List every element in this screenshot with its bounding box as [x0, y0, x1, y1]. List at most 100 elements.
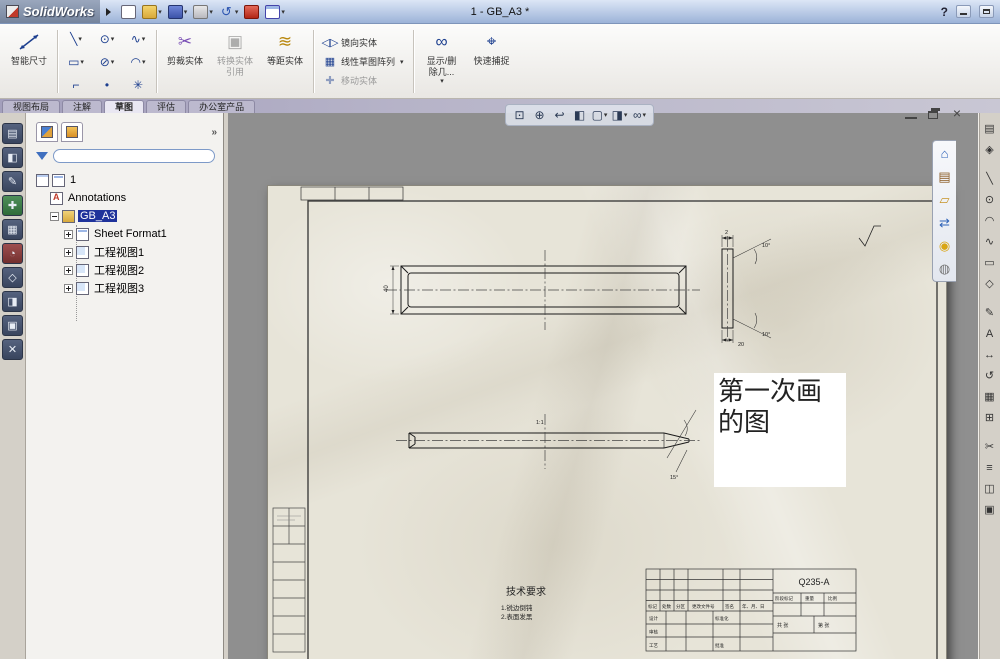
diamond-icon[interactable]: ◇ — [2, 267, 23, 288]
add-view-icon[interactable]: ⊞ — [980, 408, 999, 427]
tree-item-drawing-view3[interactable]: 工程视图3 — [32, 279, 223, 297]
offset-entities-button[interactable]: ≋ 等距实体 — [260, 27, 310, 96]
minimize-button[interactable] — [956, 5, 971, 18]
appearances-sphere-icon[interactable]: ◍ — [936, 260, 953, 277]
layers-icon[interactable]: ▤ — [980, 119, 999, 138]
app-logo[interactable]: SolidWorks — [0, 0, 101, 23]
circle-tool-button[interactable]: ⊙ — [92, 28, 122, 50]
hide-show-items-icon[interactable]: ∞ — [630, 106, 649, 124]
feature-manager-tab[interactable] — [36, 122, 58, 142]
split-view-icon[interactable]: ◫ — [980, 479, 999, 498]
line-tool-button[interactable]: ╲ — [61, 28, 91, 50]
half-square-icon[interactable]: ◨ — [2, 291, 23, 312]
line-icon[interactable]: ╲ — [980, 169, 999, 188]
close-x-icon[interactable]: ✕ — [2, 339, 23, 360]
tree-item-gb-a3[interactable]: GB_A3 — [32, 207, 223, 225]
fillet-tool-button[interactable]: ⌐ — [61, 74, 91, 96]
undo-button[interactable]: ↺ — [217, 2, 241, 22]
sheet-properties-button[interactable] — [263, 2, 287, 22]
home-icon[interactable]: ⌂ — [936, 145, 953, 162]
tree-item-sheet-format1[interactable]: Sheet Format1 — [32, 225, 223, 243]
tree-item-drawing-view1[interactable]: 工程视图1 — [32, 243, 223, 261]
tab-view-layout[interactable]: 视图布局 — [2, 100, 61, 113]
tab-evaluate[interactable]: 评估 — [146, 100, 187, 113]
arc-tool-button[interactable]: ◠ — [123, 51, 153, 73]
plus-icon[interactable]: ✚ — [2, 195, 23, 216]
design-library-icon[interactable]: ▤ — [936, 168, 953, 185]
tree-item-annotations[interactable]: Annotations — [32, 189, 223, 207]
zoom-area-icon[interactable]: ⊕ — [530, 106, 549, 124]
filled-square-icon[interactable]: ▣ — [2, 315, 23, 336]
move-entities-button[interactable]: ✚ 移动实体 — [320, 72, 407, 89]
maximize-button[interactable] — [979, 5, 994, 18]
circle-icon[interactable]: ⊙ — [980, 190, 999, 209]
doc-minimize-button[interactable] — [903, 107, 919, 121]
clock-quarter-icon[interactable]: ◔ — [2, 243, 23, 264]
point-tool-button[interactable]: • — [92, 74, 122, 96]
display-style-icon[interactable]: ◨ — [610, 106, 629, 124]
grid-icon[interactable]: ▦ — [980, 387, 999, 406]
trim-icon[interactable]: ✂ — [980, 437, 999, 456]
graphics-area[interactable]: 40 2 10° 10° 20 15° 1:1 第一次画 的图 技术要求 1.锐… — [228, 113, 978, 659]
list-icon[interactable]: ≡ — [980, 458, 999, 477]
rotate-icon[interactable]: ↺ — [980, 366, 999, 385]
collapse-expander-icon[interactable] — [50, 211, 59, 221]
expand-plus-icon[interactable] — [64, 283, 73, 293]
section-view-icon[interactable]: ◧ — [570, 106, 589, 124]
polygon-icon[interactable]: ◇ — [980, 274, 999, 293]
drawing-sheet[interactable]: 40 2 10° 10° 20 15° 1:1 第一次画 的图 技术要求 1.锐… — [267, 185, 947, 659]
expand-plus-icon[interactable] — [64, 265, 73, 275]
rectangle-icon[interactable]: ▭ — [980, 253, 999, 272]
pencil-icon[interactable]: ✎ — [2, 171, 23, 192]
quick-snap-button[interactable]: ⌖ 快速捕捉 — [467, 27, 517, 96]
centerline-tool-button[interactable]: ✳ — [123, 74, 153, 96]
open-button[interactable] — [140, 2, 164, 22]
menu-expand-arrow-icon[interactable] — [106, 7, 112, 16]
expand-plus-icon[interactable] — [64, 247, 73, 257]
pencil-icon[interactable]: ✎ — [980, 303, 999, 322]
smart-dimension-button[interactable]: 智能尺寸 — [4, 27, 54, 96]
spline-icon[interactable]: ∿ — [980, 232, 999, 251]
tab-sketch[interactable]: 草图 — [104, 100, 145, 113]
linear-sketch-pattern-button[interactable]: ▦ 线性草图阵列 — [320, 53, 407, 70]
doc-close-button[interactable] — [949, 105, 965, 121]
trim-entities-button[interactable]: ✂ 剪裁实体 — [160, 27, 210, 96]
panel-expand-chevron-icon[interactable]: » — [211, 127, 217, 138]
save-button[interactable] — [166, 2, 190, 22]
tab-office-products[interactable]: 办公室产品 — [188, 100, 256, 113]
help-button[interactable]: ? — [941, 5, 948, 19]
display-delete-relations-button[interactable]: ∞ 显示/删除几... — [417, 27, 467, 96]
note-line1[interactable]: 第一次画 — [718, 377, 822, 406]
ellipse-tool-button[interactable]: ⊘ — [92, 51, 122, 73]
tree-filter-input[interactable] — [53, 149, 215, 163]
rectangle-tool-button[interactable]: ▭ — [61, 51, 91, 73]
spline-tool-button[interactable]: ∿ — [123, 28, 153, 50]
doc-restore-button[interactable] — [926, 107, 942, 121]
lightbulb-icon[interactable]: ◉ — [936, 237, 953, 254]
note-line2[interactable]: 的图 — [718, 408, 770, 437]
half-shade-icon[interactable]: ◧ — [2, 147, 23, 168]
layers-icon[interactable]: ▤ — [2, 123, 23, 144]
tab-annotations[interactable]: 注解 — [62, 100, 103, 113]
expand-plus-icon[interactable] — [64, 229, 73, 239]
view-orientation-icon[interactable]: ▢ — [590, 106, 609, 124]
dimension-icon[interactable]: ↔ — [980, 345, 999, 364]
tree-item-root[interactable]: 1 — [32, 171, 223, 189]
text-icon[interactable]: A — [980, 324, 999, 343]
mirror-entities-button[interactable]: ◁▷ 镜向实体 — [320, 34, 407, 51]
zoom-fit-icon[interactable]: ⊡ — [510, 106, 529, 124]
feature-tree-icon — [41, 126, 53, 138]
tree-item-drawing-view2[interactable]: 工程视图2 — [32, 261, 223, 279]
property-manager-tab[interactable] — [61, 122, 83, 142]
print-button[interactable] — [191, 2, 215, 22]
diamond-icon[interactable]: ◈ — [980, 140, 999, 159]
file-explorer-folder-icon[interactable]: ▱ — [936, 191, 953, 208]
convert-entities-button[interactable]: ▣ 转换实体引用 — [210, 27, 260, 96]
transfer-arrows-icon[interactable]: ⇄ — [936, 214, 953, 231]
grid-icon[interactable]: ▦ — [2, 219, 23, 240]
filled-square-icon[interactable]: ▣ — [980, 500, 999, 519]
arc-icon[interactable]: ◠ — [980, 211, 999, 230]
rebuild-button[interactable] — [242, 2, 261, 22]
new-document-button[interactable] — [119, 2, 138, 22]
previous-view-icon[interactable]: ↩ — [550, 106, 569, 124]
